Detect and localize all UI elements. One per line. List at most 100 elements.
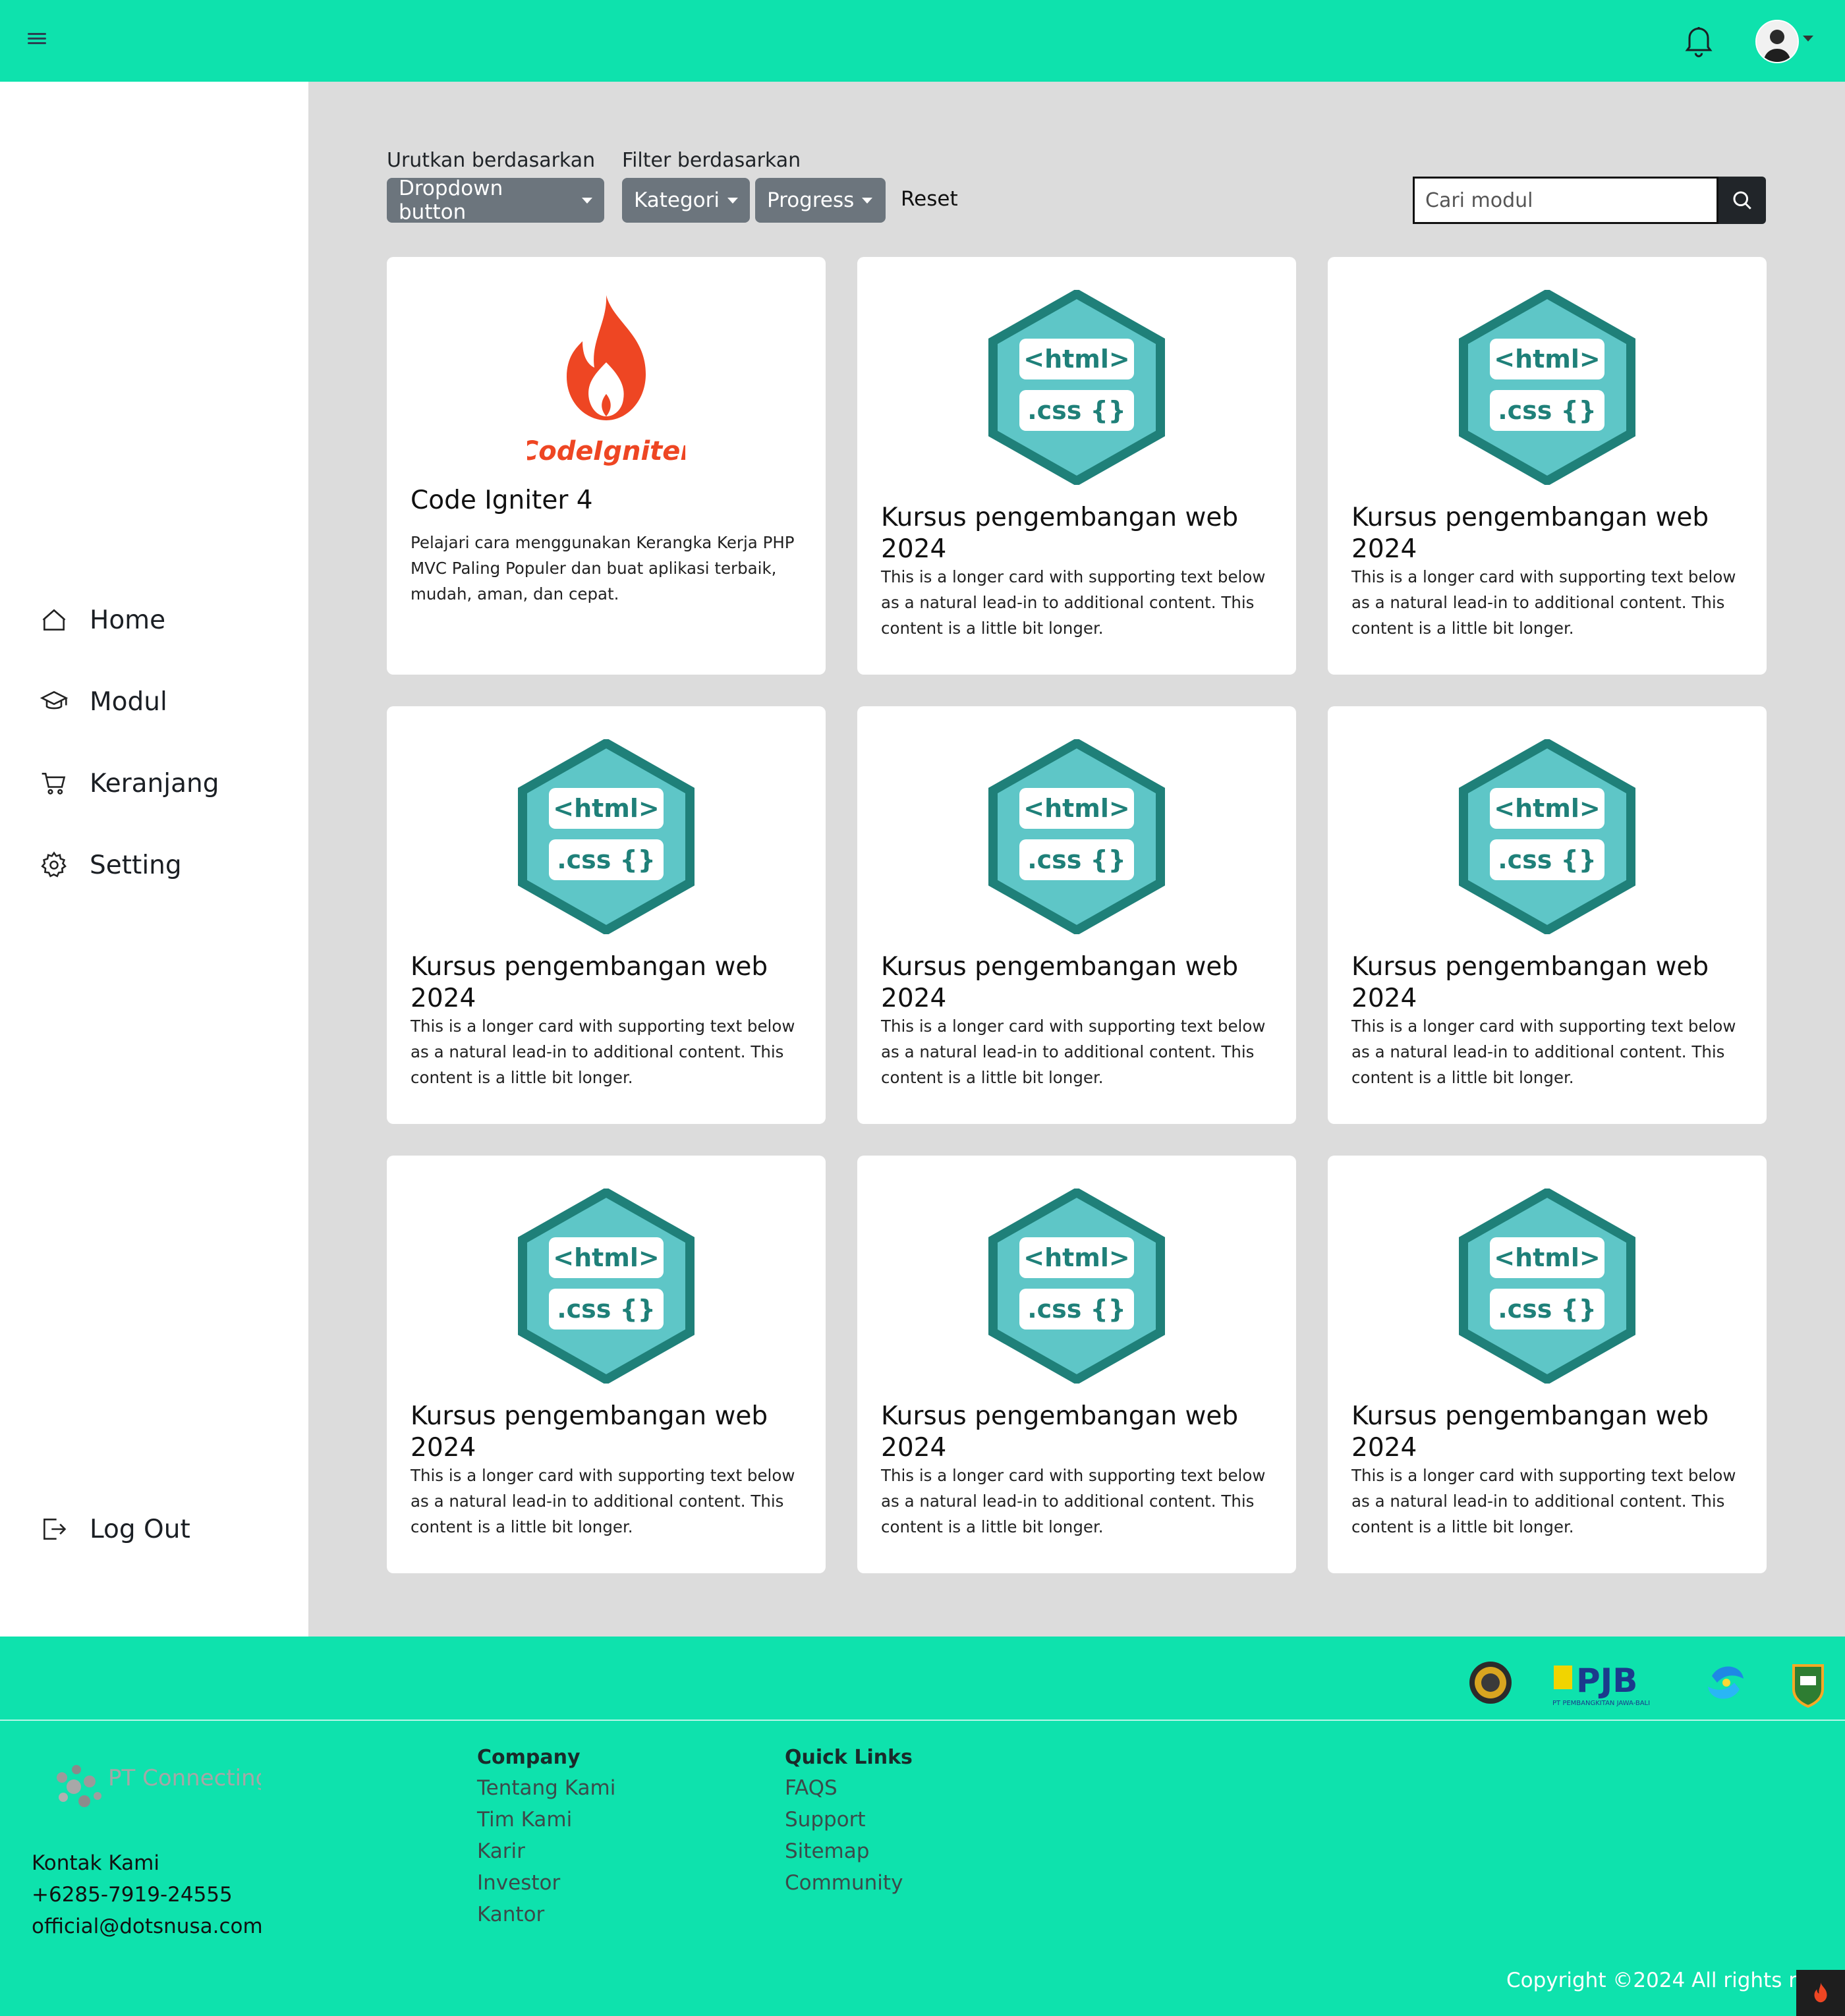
svg-text:PJB: PJB	[1576, 1662, 1637, 1700]
search-button[interactable]	[1718, 177, 1766, 224]
caret-down-icon	[862, 197, 873, 204]
html-css-logo: <html> .css {}	[857, 1189, 1296, 1384]
footer-link-support[interactable]: Support	[785, 1808, 866, 1832]
partner-swirl-logo	[1708, 1666, 1744, 1699]
hamburger-icon[interactable]	[28, 30, 46, 49]
logout-icon	[43, 1519, 67, 1540]
card-description: This is a longer card with supporting te…	[1351, 567, 1736, 638]
sidebar-item-setting[interactable]: Setting	[40, 842, 182, 888]
footer-link-tim-kami[interactable]: Tim Kami	[477, 1808, 572, 1832]
contact-email[interactable]: official@dotsnusa.com	[32, 1915, 263, 1938]
filter-label: Filter berdasarkan	[622, 149, 801, 172]
sort-dropdown-label: Dropdown button	[399, 177, 503, 224]
card-title: Code Igniter 4	[411, 486, 593, 515]
caret-down-icon	[727, 197, 739, 204]
html-css-logo: <html> .css {}	[387, 739, 826, 934]
bell-icon[interactable]	[1680, 22, 1717, 59]
svg-text:PT PEMBANGKITAN JAWA-BALI: PT PEMBANGKITAN JAWA-BALI	[1552, 1700, 1650, 1707]
contact-phone[interactable]: +6285-7919-24555	[32, 1883, 233, 1907]
search-icon	[1733, 191, 1751, 210]
svg-text:<html>: <html>	[1494, 345, 1601, 374]
card-description: This is a longer card with supporting te…	[881, 1466, 1266, 1536]
card-title: Kursus pengembangan web 2024	[881, 503, 1239, 564]
search-input[interactable]	[1413, 177, 1718, 224]
footer-link-faqs[interactable]: FAQS	[785, 1776, 837, 1800]
home-icon	[42, 609, 66, 630]
svg-text:<html>: <html>	[1494, 794, 1601, 823]
course-card[interactable]: <html> .css {} Kursus pengembangan web 20…	[1328, 706, 1767, 1124]
main-content: Urutkan berdasarkan Dropdown button Filt…	[308, 82, 1845, 1637]
svg-text:.css {}: .css {}	[1027, 396, 1126, 425]
course-card[interactable]: <html> .css {} Kursus pengembangan web 20…	[387, 706, 826, 1124]
card-description: Pelajari cara menggunakan Kerangka Kerja…	[411, 533, 795, 603]
course-card[interactable]: <html> .css {} Kursus pengembangan web 20…	[1328, 1156, 1767, 1573]
footer-link-community[interactable]: Community	[785, 1871, 903, 1895]
course-card[interactable]: <html> .css {} Kursus pengembangan web 20…	[1328, 257, 1767, 675]
course-card[interactable]: <html> .css {} Kursus pengembangan web 20…	[387, 1156, 826, 1573]
svg-text:<html>: <html>	[1023, 345, 1130, 374]
html-css-logo: <html> .css {}	[1328, 1189, 1767, 1384]
svg-text:<html>: <html>	[553, 794, 660, 823]
card-title: Kursus pengembangan web 2024	[411, 952, 768, 1013]
partner-emblem-logo	[1469, 1662, 1512, 1704]
course-card[interactable]: CodeIgniter Code Igniter 4 Pelajari cara…	[387, 257, 826, 675]
sidebar-item-label: Keranjang	[90, 768, 219, 798]
svg-text:<html>: <html>	[1023, 794, 1130, 823]
codeigniter-logo: CodeIgniter	[387, 290, 826, 485]
contact-heading: Kontak Kami	[32, 1851, 159, 1875]
sidebar-item-label: Modul	[90, 686, 167, 717]
card-title: Kursus pengembangan web 2024	[1351, 952, 1709, 1013]
sidebar-item-keranjang[interactable]: Keranjang	[40, 760, 219, 806]
footer-link-karir[interactable]: Karir	[477, 1839, 525, 1863]
card-description: This is a longer card with supporting te…	[411, 1017, 795, 1087]
sidebar-item-label: Home	[90, 605, 166, 635]
regency-crest-logo	[1792, 1664, 1824, 1708]
category-filter-button[interactable]: Kategori	[622, 178, 750, 223]
footer-link-tentang-kami[interactable]: Tentang Kami	[477, 1776, 615, 1800]
footer-link-sitemap[interactable]: Sitemap	[785, 1839, 869, 1863]
reset-button[interactable]: Reset	[901, 187, 958, 211]
course-card[interactable]: <html> .css {} Kursus pengembangan web 20…	[857, 1156, 1296, 1573]
top-bar	[0, 0, 1845, 82]
company-logo-text: PT Connecting Dots Nusa	[108, 1765, 261, 1791]
card-description: This is a longer card with supporting te…	[881, 567, 1266, 638]
card-title: Kursus pengembangan web 2024	[1351, 1401, 1709, 1463]
pjb-logo: PJB PT PEMBANGKITAN JAWA-BALI	[1552, 1662, 1650, 1707]
graduation-cap-icon	[40, 690, 69, 710]
progress-filter-button[interactable]: Progress	[755, 178, 886, 223]
codeigniter-toolbar-icon[interactable]	[1796, 1970, 1845, 2016]
card-title: Kursus pengembangan web 2024	[881, 1401, 1239, 1463]
company-logo: PT Connecting Dots Nusa	[57, 1765, 261, 1807]
svg-text:<html>: <html>	[1494, 1243, 1601, 1272]
user-avatar[interactable]	[1755, 20, 1799, 63]
card-title: Kursus pengembangan web 2024	[1351, 503, 1709, 564]
progress-filter-label: Progress	[767, 188, 855, 212]
svg-text:CodeIgniter: CodeIgniter	[527, 436, 685, 466]
html-css-logo: <html> .css {}	[1328, 290, 1767, 485]
svg-text:.css {}: .css {}	[1498, 845, 1597, 874]
footer-link-investor[interactable]: Investor	[477, 1871, 560, 1895]
course-card[interactable]: <html> .css {} Kursus pengembangan web 20…	[857, 257, 1296, 675]
sort-dropdown-button[interactable]: Dropdown button	[387, 177, 604, 224]
sidebar-item-home[interactable]: Home	[40, 597, 165, 643]
sidebar-item-modul[interactable]: Modul	[40, 679, 167, 725]
logout-button[interactable]: Log Out	[40, 1506, 190, 1552]
chevron-down-icon[interactable]	[1803, 36, 1813, 42]
quick-links-heading: Quick Links	[785, 1746, 913, 1769]
copyright-text: Copyright ©2024 All rights rese	[1506, 1969, 1832, 1992]
svg-text:.css {}: .css {}	[1027, 845, 1126, 874]
caret-down-icon	[582, 197, 592, 204]
sidebar-item-label: Setting	[90, 850, 182, 880]
company-heading: Company	[477, 1746, 581, 1769]
course-card[interactable]: <html> .css {} Kursus pengembangan web 20…	[857, 706, 1296, 1124]
category-filter-label: Kategori	[634, 188, 720, 212]
footer: PJB PT PEMBANGKITAN JAWA-BALI PT Connect…	[0, 1637, 1845, 2016]
html-css-logo: <html> .css {}	[857, 739, 1296, 934]
footer-link-kantor[interactable]: Kantor	[477, 1903, 544, 1926]
sidebar: Home Modul Keranjang Setting Log Out	[0, 82, 308, 1637]
card-title: Kursus pengembangan web 2024	[411, 1401, 768, 1463]
svg-text:.css {}: .css {}	[1498, 1295, 1597, 1324]
card-description: This is a longer card with supporting te…	[1351, 1466, 1736, 1536]
gear-icon	[41, 851, 67, 878]
html-css-logo: <html> .css {}	[387, 1189, 826, 1384]
